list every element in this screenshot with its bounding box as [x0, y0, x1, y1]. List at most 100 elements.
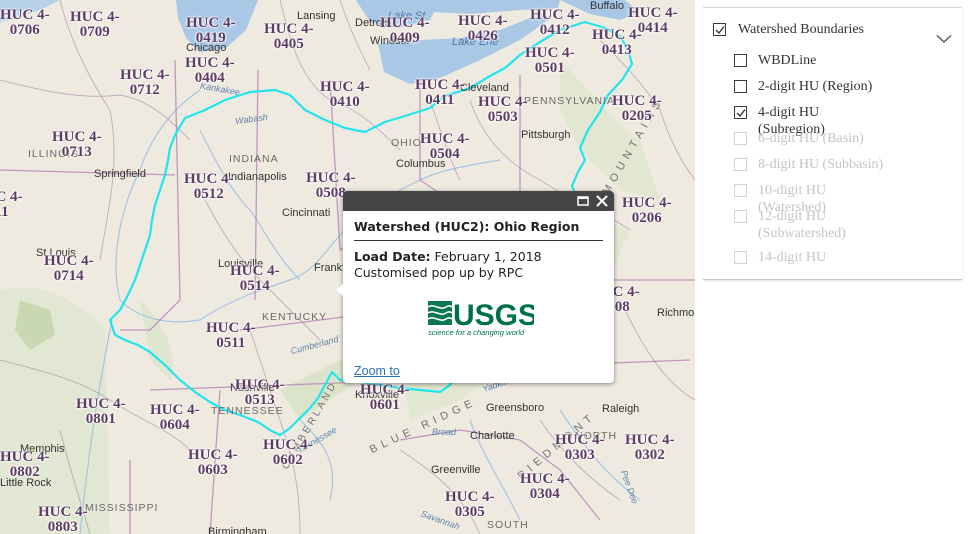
- huc-label: HUC 4- 0409: [380, 16, 430, 46]
- huc-label-prefix: HUC 4-: [0, 7, 50, 23]
- huc-label-number: 0501: [534, 60, 565, 76]
- huc-label-prefix: HUC 4-: [420, 131, 470, 147]
- huc-label: HUC 4- 0714: [44, 254, 94, 284]
- state-label-indiana: INDIANA: [229, 153, 279, 165]
- maximize-icon[interactable]: [575, 193, 591, 209]
- city-label-raleigh: Raleigh: [602, 403, 640, 415]
- popup-header: [343, 191, 614, 211]
- layer-item-label: 6-digit HU (Basin): [758, 131, 864, 146]
- huc-label-number: 0714: [53, 268, 84, 284]
- huc-label: HUC 4-711: [0, 190, 23, 220]
- close-icon[interactable]: [594, 193, 610, 209]
- huc-label: HUC 4- 0504: [420, 132, 470, 162]
- huc-label: HUC 4- 0603: [188, 448, 238, 478]
- layer-item-label: 14-digit HU: [758, 250, 827, 265]
- huc-label-number: 0412: [539, 22, 570, 38]
- huc-label-prefix: HUC 4-: [520, 471, 570, 487]
- layer-group-watershed-boundaries: Watershed Boundaries WBDLine 2-digit HU (…: [703, 8, 962, 280]
- city-label-cleveland: Cleveland: [460, 82, 509, 94]
- huc-label-number: 0411: [425, 92, 455, 108]
- huc-label-prefix: HUC 4-: [186, 15, 236, 31]
- huc-label-number: 0802: [9, 464, 40, 480]
- huc-label-prefix: HUC 4-: [525, 45, 575, 61]
- zoom-to-link[interactable]: Zoom to: [354, 364, 400, 378]
- huc-label-number: 0801: [85, 411, 116, 427]
- huc-label-prefix: HUC 4-: [0, 189, 23, 205]
- layer-checkbox: [734, 158, 747, 171]
- huc-label-number: 0601: [369, 397, 400, 413]
- popup-load-date-label: Load Date:: [354, 249, 431, 264]
- map-view[interactable]: ILLINOIS INDIANA OHIO KENTUCKY TENNESSEE…: [0, 0, 695, 534]
- usgs-logo: USGS science for a changing world: [354, 297, 603, 341]
- huc-label-prefix: HUC 4-: [306, 170, 356, 186]
- huc-label-prefix: HUC 4-: [70, 9, 120, 25]
- layer-checkbox[interactable]: [734, 54, 747, 67]
- huc-label: HUC 4- 0206: [622, 196, 672, 226]
- huc-label-number: 0419: [195, 30, 226, 46]
- state-label-south: SOUTH: [487, 519, 529, 531]
- huc-label: HUC 4- 0712: [120, 68, 170, 98]
- huc-label-prefix: HUC 4-: [150, 402, 200, 418]
- usgs-logo-tagline: science for a changing world: [428, 328, 525, 337]
- huc-label: HUC 4- 0405: [264, 22, 314, 52]
- huc-label-number: 0304: [529, 486, 560, 502]
- city-label-buffalo: Buffalo: [590, 0, 625, 12]
- layer-checkbox: [734, 184, 747, 197]
- huc-label: HUC 4- 0802: [0, 450, 50, 480]
- huc-label-number: 0305: [454, 504, 485, 520]
- huc-label-number: 0426: [467, 28, 498, 44]
- huc-label-number: 0713: [61, 144, 92, 160]
- huc-label-number: 0712: [129, 82, 160, 98]
- huc-label-prefix: HUC 4-: [415, 77, 465, 93]
- layer-checkbox[interactable]: [734, 106, 747, 119]
- huc-label: HUC 4- 0205: [612, 94, 662, 124]
- huc-label-number: 0709: [79, 24, 110, 40]
- huc-label-number: 0409: [389, 30, 420, 46]
- huc-label-number: 0512: [193, 186, 224, 202]
- huc-label: HUC 4- 0803: [38, 505, 88, 534]
- info-popup: Watershed (HUC2): Ohio Region Load Date:…: [336, 191, 614, 383]
- huc-label-number: 0503: [487, 109, 518, 125]
- huc-label: HUC 4- 0410: [320, 80, 370, 110]
- city-label-charlotte: Charlotte: [470, 430, 515, 442]
- group-checkbox[interactable]: [713, 23, 726, 36]
- huc-label: HUC 4- 0305: [445, 490, 495, 520]
- layer-item-label: 12-digit HU (Subwatershed): [758, 209, 846, 241]
- huc-label-number: 0405: [273, 36, 304, 52]
- popup-load-date-value: February 1, 2018: [434, 249, 542, 264]
- huc-label-prefix: HUC 4-: [0, 449, 50, 465]
- huc-label-prefix: HUC 4-: [360, 382, 410, 398]
- huc-label-number: 0302: [634, 447, 665, 463]
- huc-label: HUC 4- 0801: [76, 397, 126, 427]
- huc-label: HUC 4- 0503: [478, 95, 528, 125]
- layer-item-label: 2-digit HU (Region): [758, 79, 873, 94]
- huc-label-prefix: HUC 4-: [592, 27, 642, 43]
- chevron-down-icon[interactable]: [936, 31, 952, 43]
- city-label-springfield: Springfield: [94, 168, 146, 180]
- huc-label-number: 0514: [239, 278, 270, 294]
- huc-label: HUC 4- 0501: [525, 46, 575, 76]
- state-label-mississippi: MISSISSIPPI: [85, 502, 159, 514]
- city-label-pittsburgh: Pittsburgh: [521, 129, 571, 141]
- layer-list-panel: Watershed Boundaries WBDLine 2-digit HU (…: [695, 0, 970, 534]
- huc-label-prefix: HUC 4-: [235, 377, 285, 393]
- huc-label-prefix: HUC 4-: [625, 432, 675, 448]
- huc-label-prefix: HUC 4-: [445, 489, 495, 505]
- huc-label-prefix: HUC 4-: [478, 94, 528, 110]
- huc-label: HUC 4- 0511: [206, 321, 256, 351]
- huc-label-number: 0803: [47, 519, 78, 534]
- huc-label: HUC 4- 0426: [458, 14, 508, 44]
- city-label-cincinnati: Cincinnati: [282, 207, 331, 219]
- huc-label: HUC 4- 0709: [70, 10, 120, 40]
- layer-item-label: WBDLine: [758, 53, 817, 68]
- huc-label-number: 0602: [272, 452, 303, 468]
- huc-label: HUC 4- 0419: [186, 16, 236, 46]
- popup-pointer: [336, 283, 344, 297]
- huc-label-number: 0511: [216, 335, 246, 351]
- layer-item-label: 8-digit HU (Subbasin): [758, 157, 884, 172]
- layer-checkbox[interactable]: [734, 80, 747, 93]
- huc-label-prefix: HUC 4-: [622, 195, 672, 211]
- layer-checkbox: [734, 132, 747, 145]
- huc-label-prefix: HUC 4-: [380, 15, 430, 31]
- layer-checkbox: [734, 210, 747, 223]
